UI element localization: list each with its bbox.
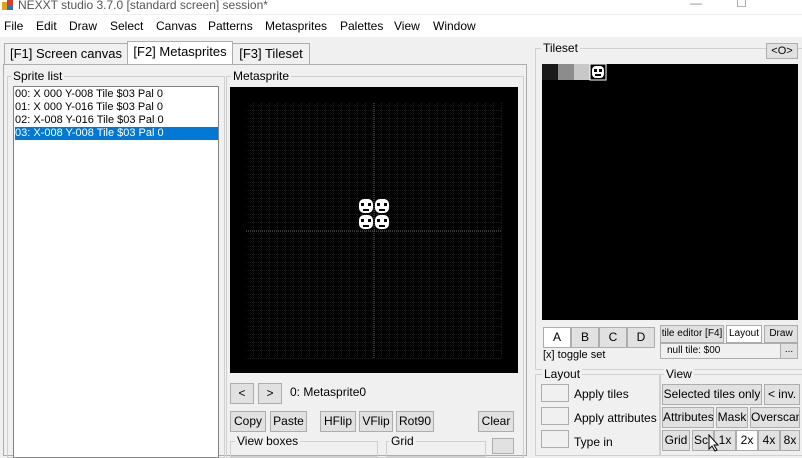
sprite-list-title: Sprite list <box>11 69 65 83</box>
menu-patterns[interactable]: Patterns <box>208 19 253 33</box>
tileset-tiles <box>542 63 607 81</box>
clear-button[interactable]: Clear <box>478 411 514 432</box>
paste-button[interactable]: Paste <box>270 411 307 432</box>
view-boxes-title: View boxes <box>235 434 301 448</box>
menu-draw[interactable]: Draw <box>69 19 97 33</box>
view-title: View <box>664 367 694 381</box>
tileset-canvas[interactable] <box>542 63 798 320</box>
menu-metasprites[interactable]: Metasprites <box>265 19 327 33</box>
minimize-button[interactable]: — <box>690 0 702 10</box>
menu-canvas[interactable]: Canvas <box>156 19 197 33</box>
apply-tiles-label: Apply tiles <box>574 387 629 401</box>
bank-b-button[interactable]: B <box>571 327 599 348</box>
tile-editor-button[interactable]: tile editor [F4] <box>660 325 724 343</box>
sprite-list-item[interactable]: 02: X-008 Y-016 Tile $03 Pal 0 <box>15 114 218 127</box>
vflip-button[interactable]: VFlip <box>359 411 393 432</box>
type-in-label: Type in <box>574 435 613 449</box>
type-in-toggle[interactable] <box>541 430 569 448</box>
bank-a-button[interactable]: A <box>543 327 571 348</box>
apply-attributes-toggle[interactable] <box>541 407 569 425</box>
sprite-list-item-selected[interactable]: 03: X-008 Y-008 Tile $03 Pal 0 <box>15 127 218 140</box>
zoom-2x-button[interactable]: 2x <box>736 430 758 451</box>
copy-button[interactable]: Copy <box>230 411 266 432</box>
metasprite-grid <box>246 103 502 359</box>
prev-metasprite-button[interactable]: < <box>230 383 254 404</box>
sprite-list[interactable]: 00: X 000 Y-008 Tile $03 Pal 0 01: X 000… <box>13 86 219 458</box>
menu-view[interactable]: View <box>394 19 420 33</box>
apply-attributes-label: Apply attributes <box>574 411 657 425</box>
tab-tileset[interactable]: [F3] Tileset <box>232 43 310 64</box>
overscan-button[interactable]: Overscan <box>750 407 800 428</box>
hflip-button[interactable]: HFlip <box>320 411 356 432</box>
title-bar: NEXXT studio 3.7.0 [standard screen] ses… <box>0 0 802 14</box>
mask-button[interactable]: Mask <box>716 407 748 428</box>
maximize-button[interactable]: ☐ <box>736 0 747 10</box>
next-metasprite-button[interactable]: > <box>258 383 282 404</box>
attributes-button[interactable]: Attributes <box>662 407 714 428</box>
tab-metasprites[interactable]: [F2] Metasprites <box>127 41 233 64</box>
menu-select[interactable]: Select <box>110 19 143 33</box>
tileset-title: Tileset <box>541 41 580 55</box>
layout-title: Layout <box>542 367 583 381</box>
selected-tiles-only-button[interactable]: Selected tiles only <box>662 384 762 405</box>
zoom-4x-button[interactable]: 4x <box>758 430 780 451</box>
menu-window[interactable]: Window <box>433 19 476 33</box>
toggle-set-label[interactable]: [x] toggle set <box>543 349 605 361</box>
apply-tiles-toggle[interactable] <box>541 384 569 402</box>
tab-screen-canvas[interactable]: [F1] Screen canvas <box>4 43 128 64</box>
null-tile-label[interactable]: null tile: $00 <box>660 343 790 359</box>
sprite-list-item[interactable]: 01: X 000 Y-016 Tile $03 Pal 0 <box>15 101 218 114</box>
bank-d-button[interactable]: D <box>627 327 655 348</box>
window-title: NEXXT studio 3.7.0 [standard screen] ses… <box>18 0 268 12</box>
bank-c-button[interactable]: C <box>599 327 627 348</box>
menu-bar: File Edit Draw Select Canvas Patterns Me… <box>0 15 802 37</box>
menu-palettes[interactable]: Palettes <box>340 19 383 33</box>
invert-button[interactable]: < inv. <box>764 384 800 405</box>
zoom-8x-button[interactable]: 8x <box>780 430 800 451</box>
tileset-toggle-button[interactable]: <O> <box>766 43 798 59</box>
grid-title: Grid <box>389 434 416 448</box>
layout-mode-button[interactable]: Layout <box>726 325 762 343</box>
metasprite-title: Metasprite <box>231 69 292 83</box>
grid-button[interactable]: Grid <box>662 430 690 451</box>
mouse-cursor-icon <box>708 434 720 452</box>
draw-mode-button[interactable]: Draw <box>764 325 798 343</box>
metasprite-name: 0: Metasprite0 <box>290 385 367 399</box>
menu-file[interactable]: File <box>4 19 23 33</box>
rot90-button[interactable]: Rot90 <box>396 411 434 432</box>
menu-edit[interactable]: Edit <box>36 19 57 33</box>
metasprite-canvas[interactable] <box>230 87 518 373</box>
app-icon <box>2 0 13 10</box>
more-button[interactable]: ... <box>780 343 798 359</box>
sprite-list-item[interactable]: 00: X 000 Y-008 Tile $03 Pal 0 <box>15 88 218 101</box>
